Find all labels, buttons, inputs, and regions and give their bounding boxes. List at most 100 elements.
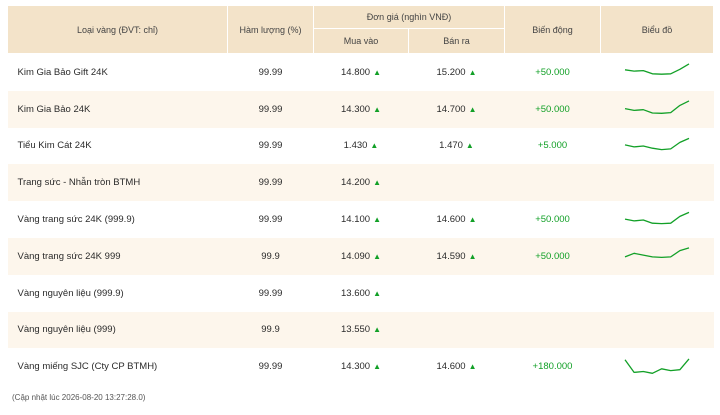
gold-type-name: Kim Gia Bảo Gift 24K <box>17 66 108 78</box>
gold-type-name: Tiểu Kim Cát 24K <box>17 140 92 152</box>
cell-change: +5.000 <box>505 128 601 165</box>
purity-value: 99.99 <box>258 140 283 152</box>
triangle-up-icon: ▲ <box>468 104 477 114</box>
buy-price: 14.100 <box>341 214 371 226</box>
cell-chart <box>601 128 714 165</box>
purity-value: 99.99 <box>258 214 283 226</box>
triangle-up-icon: ▲ <box>373 104 381 114</box>
sparkline-line <box>624 358 690 374</box>
table-row: Kim Gia Bảo 24K 99.99 14.300 ▲ 14.700 ▲ +50.00… <box>7 90 714 128</box>
cell-change: +50.000 <box>505 201 601 238</box>
table-row: Kim Gia Bảo Gift 24K 99.99 14.800 ▲ 15.200 ▲ +… <box>8 54 714 91</box>
gold-price-table: Loại vàng (ĐVT: chỉ) Hàm lượng (%) Đơn g… <box>7 5 714 385</box>
sparkline-chart <box>624 358 690 374</box>
cell-sell: 14.700 ▲ <box>408 90 505 128</box>
cell-buy: 14.100 ▲ <box>314 201 409 238</box>
gold-type-name: Trang sức - Nhẫn tròn BTMH <box>17 177 141 189</box>
header-purity: Hàm lượng (%) <box>227 5 314 54</box>
sparkline-chart <box>624 247 690 259</box>
cell-gold-type: Vàng nguyên liệu (999) <box>7 311 228 349</box>
gold-type-name: Vàng nguyên liệu (999.9) <box>17 287 124 299</box>
triangle-up-icon: ▲ <box>373 215 381 225</box>
cell-chart <box>601 348 714 385</box>
triangle-up-icon: ▲ <box>468 67 477 77</box>
cell-buy: 14.800 ▲ <box>314 54 409 91</box>
table-row: Vàng trang sức 24K 999 99.9 14.090 ▲ 14.590 ▲… <box>7 237 714 275</box>
cell-chart <box>601 54 714 91</box>
cell-purity: 99.99 <box>227 90 314 128</box>
triangle-up-icon: ▲ <box>373 325 381 335</box>
cell-change <box>504 164 601 202</box>
cell-chart <box>601 275 714 312</box>
cell-sell: 14.600 ▲ <box>409 201 505 238</box>
gold-type-name: Vàng miếng SJC (Cty CP BTMH) <box>17 361 158 373</box>
cell-purity: 99.99 <box>228 201 314 238</box>
cell-buy: 13.550 ▲ <box>313 311 409 349</box>
cell-sell: 14.590 ▲ <box>408 237 505 275</box>
buy-price: 14.300 <box>341 361 371 373</box>
triangle-up-icon: ▲ <box>373 251 381 261</box>
change-value: +50.000 <box>535 250 570 262</box>
triangle-up-icon: ▲ <box>465 141 474 151</box>
purity-value: 99.99 <box>258 287 283 299</box>
cell-chart <box>601 201 714 238</box>
triangle-up-icon: ▲ <box>373 288 381 298</box>
triangle-up-icon: ▲ <box>373 178 381 188</box>
buy-price: 1.430 <box>343 140 368 152</box>
sell-price: 14.590 <box>436 250 466 262</box>
cell-purity: 99.99 <box>228 348 314 385</box>
sell-price: 1.470 <box>439 140 463 152</box>
cell-buy: 14.200 ▲ <box>313 164 409 202</box>
gold-type-name: Vàng trang sức 24K 999 <box>17 250 121 262</box>
cell-change <box>504 311 601 349</box>
cell-sell: 14.600 ▲ <box>409 348 505 385</box>
buy-price: 14.090 <box>341 250 371 262</box>
table-row: Trang sức - Nhẫn tròn BTMH 99.99 14.200 ▲ <box>7 164 714 202</box>
cell-change: +50.000 <box>505 54 601 91</box>
sell-price: 14.600 <box>436 214 466 226</box>
cell-chart <box>600 164 714 202</box>
cell-change: +50.000 <box>504 237 601 275</box>
sparkline-line <box>624 211 690 224</box>
cell-gold-type: Vàng nguyên liệu (999.9) <box>8 275 228 312</box>
gold-type-name: Kim Gia Bảo 24K <box>17 103 91 115</box>
cell-gold-type: Vàng miếng SJC (Cty CP BTMH) <box>8 348 228 385</box>
header-unit-price: Đơn giá (nghìn VNĐ) <box>313 5 505 29</box>
purity-value: 99.99 <box>258 66 283 78</box>
header-gold-type: Loại vàng (ĐVT: chỉ) <box>7 5 228 54</box>
cell-sell <box>409 275 505 312</box>
cell-sell: 1.470 ▲ <box>409 128 505 165</box>
sparkline-line <box>624 247 690 259</box>
change-value: +180.000 <box>532 361 573 373</box>
cell-buy: 14.300 ▲ <box>314 348 409 385</box>
triangle-up-icon: ▲ <box>468 251 477 261</box>
header-chart: Biểu đồ <box>600 5 714 54</box>
sparkline-line <box>624 63 690 76</box>
cell-change <box>505 275 601 312</box>
table-row: Vàng nguyên liệu (999.9) 99.99 13.600 ▲ <box>8 275 714 312</box>
purity-value: 99.99 <box>258 361 283 373</box>
purity-value: 99.99 <box>258 177 283 189</box>
triangle-up-icon: ▲ <box>468 215 477 225</box>
cell-gold-type: Vàng trang sức 24K (999.9) <box>8 201 228 238</box>
cell-purity: 99.99 <box>228 275 314 312</box>
cell-buy: 14.300 ▲ <box>313 90 409 128</box>
buy-price: 14.800 <box>341 66 371 78</box>
last-updated-text: (Cập nhật lúc 2026-08-20 13:27:28.0) <box>12 393 146 402</box>
triangle-up-icon: ▲ <box>373 67 381 77</box>
gold-type-name: Vàng nguyên liệu (999) <box>17 324 116 336</box>
buy-price: 13.600 <box>341 287 371 299</box>
sparkline-chart <box>624 211 690 224</box>
header-buy: Mua vào <box>313 28 409 54</box>
table-row: Vàng nguyên liệu (999) 99.9 13.550 ▲ <box>7 311 714 349</box>
gold-type-name: Vàng trang sức 24K (999.9) <box>17 214 135 226</box>
sparkline-chart <box>624 137 690 151</box>
cell-chart <box>600 237 714 275</box>
purity-value: 99.9 <box>261 250 280 262</box>
triangle-up-icon: ▲ <box>468 362 477 372</box>
cell-purity: 99.99 <box>228 54 314 91</box>
triangle-up-icon: ▲ <box>373 362 381 372</box>
change-value: +50.000 <box>535 214 570 226</box>
cell-chart <box>600 311 714 349</box>
table-row: Vàng miếng SJC (Cty CP BTMH) 99.99 14.300 ▲… <box>8 348 714 385</box>
